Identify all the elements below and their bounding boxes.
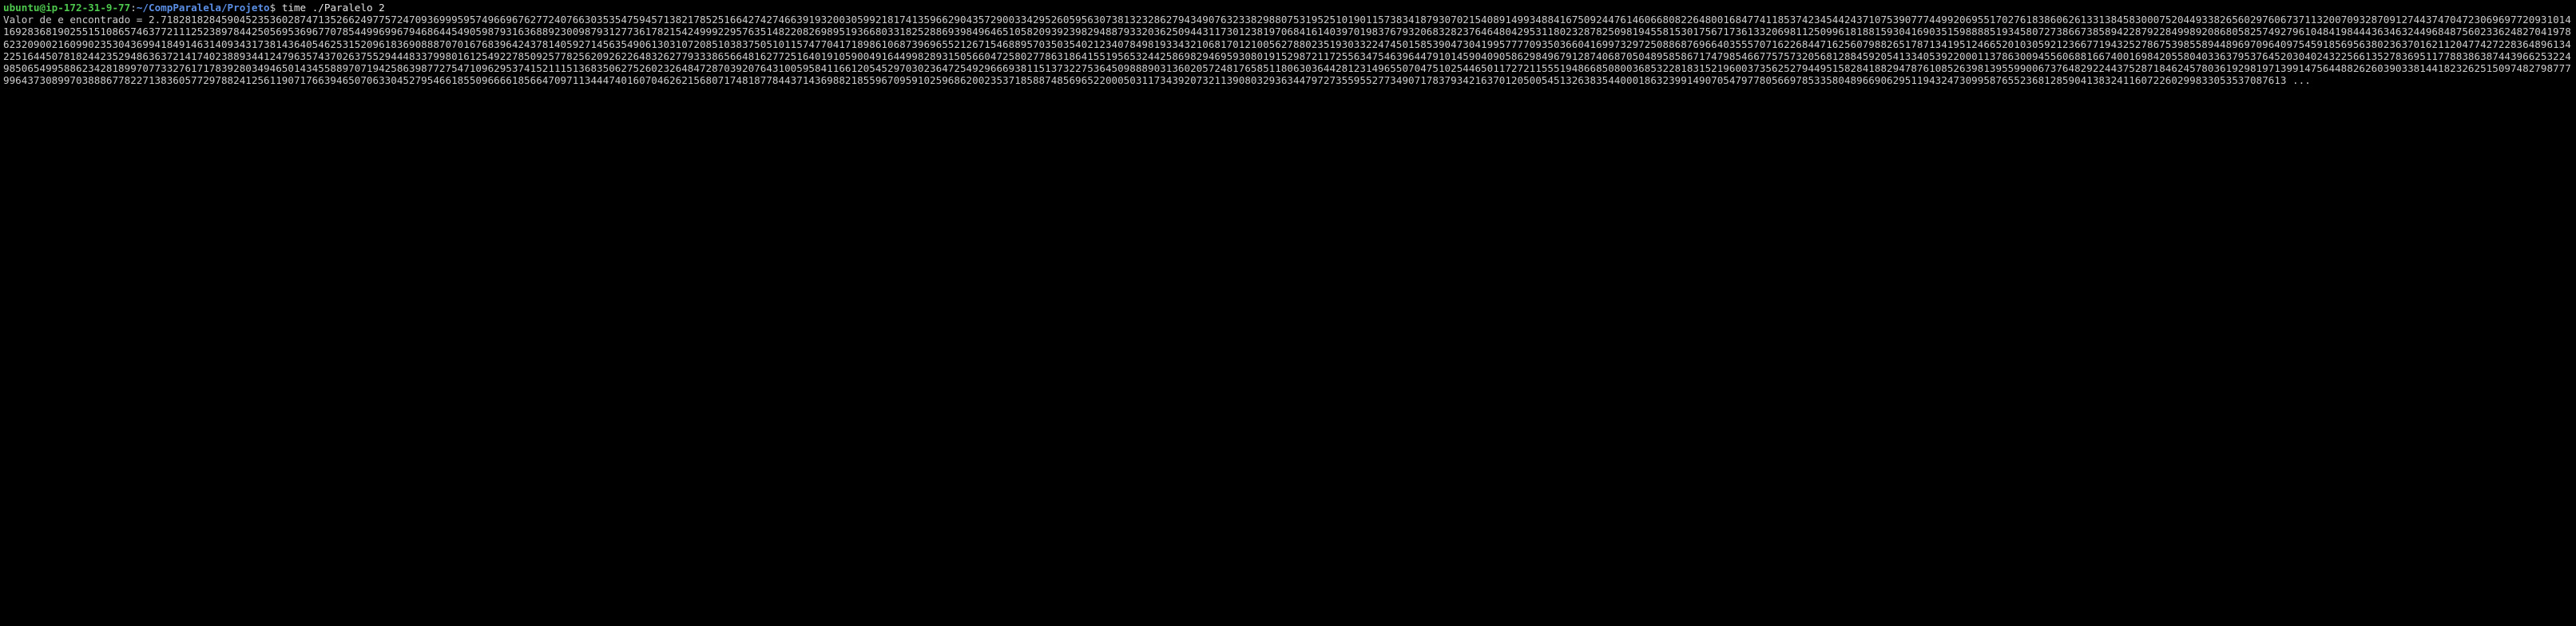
terminal-window[interactable]: ubuntu@ip-172-31-9-77:~/CompParalela/Pro…: [0, 0, 2576, 626]
output-label: Valor de e encontrado =: [3, 14, 149, 26]
prompt-symbol: $: [269, 2, 282, 14]
prompt-colon: :: [130, 2, 137, 14]
prompt-path: ~/CompParalela/Projeto: [136, 2, 270, 14]
program-output: Valor de e encontrado = 2.71828182845904…: [3, 14, 2573, 86]
prompt-command: time ./Paralelo 2: [281, 2, 385, 14]
prompt-line: ubuntu@ip-172-31-9-77:~/CompParalela/Pro…: [3, 2, 2573, 14]
prompt-user-host: ubuntu@ip-172-31-9-77: [3, 2, 131, 14]
output-value: 2.71828182845904523536028747135266249775…: [3, 14, 2571, 87]
